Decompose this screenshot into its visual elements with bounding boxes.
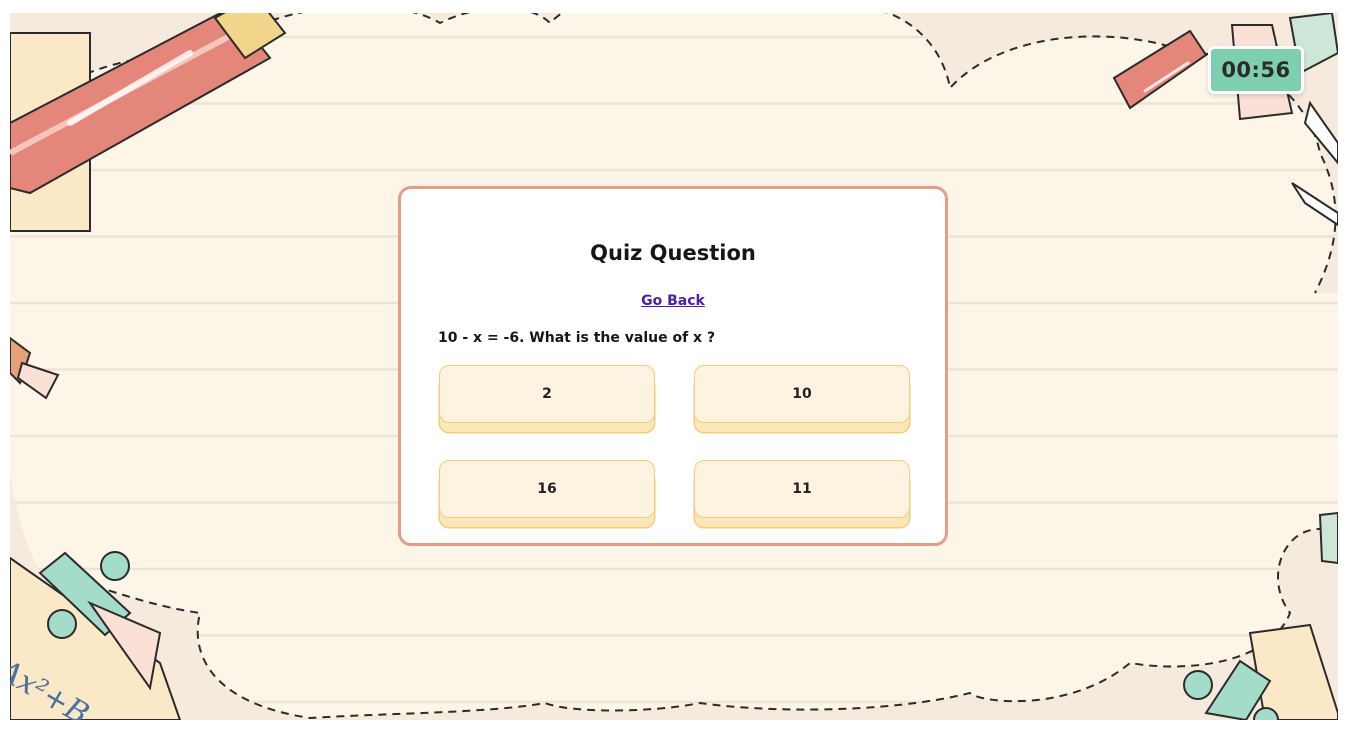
answer-button-1[interactable]: 2 [439, 365, 655, 423]
game-stage: Ax²+B 00:56 Quiz Question Go Back 10 - x… [10, 13, 1338, 720]
question-text: 10 - x = -6. What is the value of x ? [438, 330, 716, 346]
quiz-title: Quiz Question [590, 241, 756, 265]
countdown-timer: 00:56 [1208, 46, 1304, 94]
answer-button-3[interactable]: 16 [439, 460, 655, 518]
quiz-card: Quiz Question Go Back 10 - x = -6. What … [398, 186, 948, 546]
answer-button-2[interactable]: 10 [694, 365, 910, 423]
answer-button-4[interactable]: 11 [694, 460, 910, 518]
go-back-link[interactable]: Go Back [401, 293, 945, 309]
